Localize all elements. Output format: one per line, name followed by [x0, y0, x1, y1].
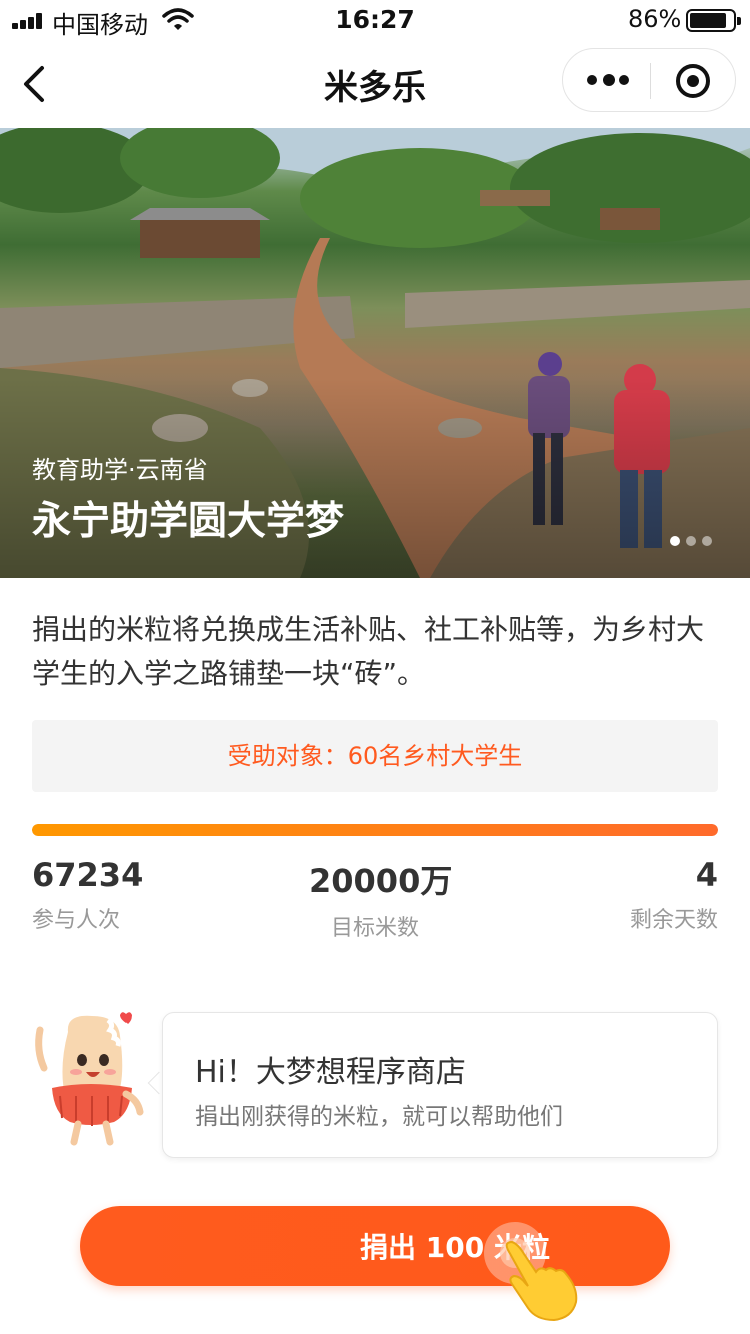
hero-category: 教育助学·云南省 [32, 456, 208, 484]
target-circle-icon[interactable] [676, 64, 710, 98]
battery-fill [690, 13, 726, 28]
progress-bar [32, 824, 718, 836]
bubble-subtitle: 捐出刚获得的米粒，就可以帮助他们 [195, 1104, 563, 1130]
stat-participants: 67234 参与人次 [32, 856, 143, 934]
battery-percent: 86% [628, 5, 682, 33]
mini-program-capsule [562, 48, 736, 112]
status-bar: 中国移动 16:27 86% [0, 0, 750, 40]
progress-fill [32, 824, 718, 836]
carousel-dot [670, 536, 680, 546]
carousel-dot [686, 536, 696, 546]
stat-target: 20000万 目标米数 [309, 856, 453, 942]
stat-value: 67234 [32, 856, 144, 894]
stat-label: 剩余天数 [629, 908, 718, 933]
beneficiary-badge: 受助对象：60名乡村大学生 [32, 720, 718, 792]
nav-bar: 米多乐 [0, 40, 750, 128]
hero-banner[interactable]: 教育助学·云南省 永宁助学圆大学梦 [0, 128, 750, 578]
stat-value: 20000万 [309, 862, 453, 900]
donate-button-label: 捐出 100 米粒 [360, 1231, 550, 1264]
stat-days-left: 4 剩余天数 [630, 856, 718, 934]
carousel-dot [702, 536, 712, 546]
battery-icon [686, 9, 741, 32]
carousel-dots [670, 536, 714, 546]
hero-title: 永宁助学圆大学梦 [32, 499, 345, 544]
capsule-divider [650, 63, 651, 99]
stat-label: 目标米数 [330, 916, 419, 941]
greeting-bubble: Hi！大梦想程序商店 捐出刚获得的米粒，就可以帮助他们 [162, 1012, 718, 1158]
stat-value: 4 [695, 856, 718, 894]
stat-label: 参与人次 [32, 908, 121, 933]
project-description: 捐出的米粒将兑换成生活补贴、社工补贴等，为乡村大学生的入学之路铺垫一块“砖”。 [32, 613, 705, 690]
rice-mascot-icon [35, 1012, 144, 1146]
bubble-title: Hi！大梦想程序商店 [195, 1055, 466, 1090]
more-dots-icon[interactable] [587, 73, 629, 87]
tap-hand-icon [505, 1240, 578, 1322]
